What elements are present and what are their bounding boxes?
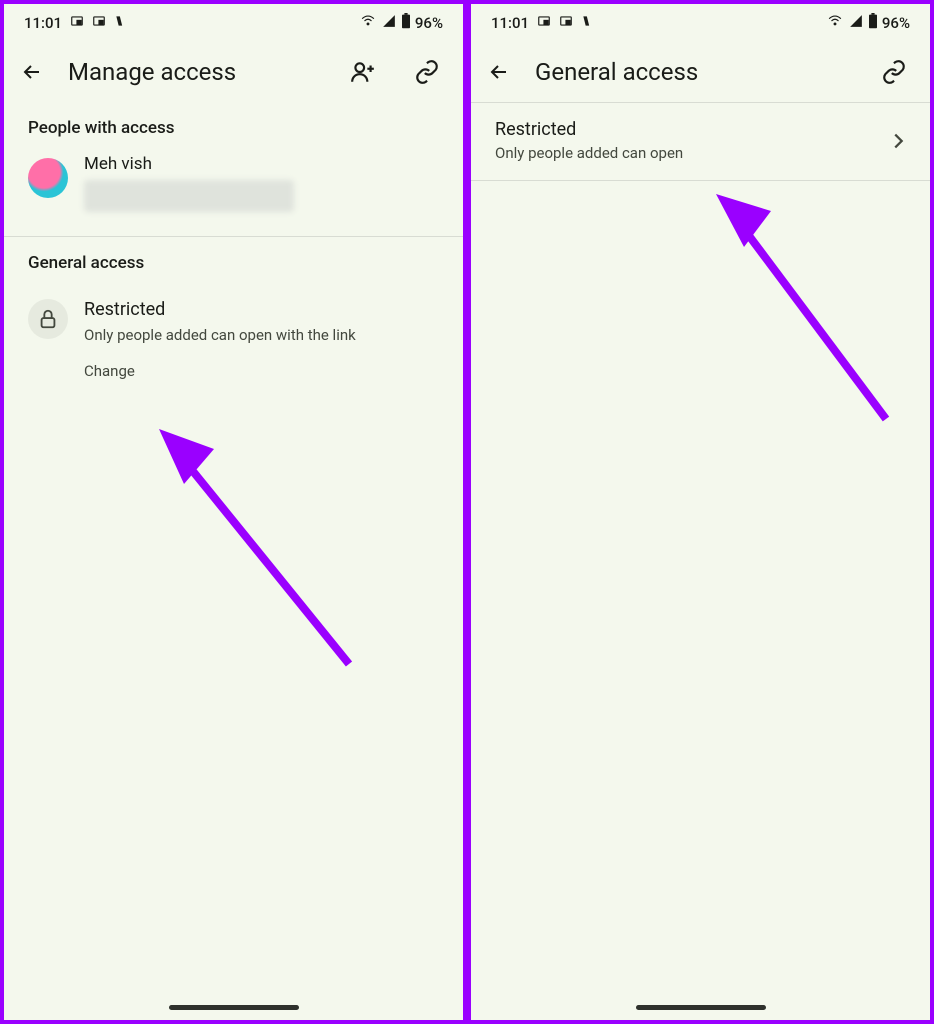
pip-icon	[537, 14, 551, 32]
screen-manage-access: 11:01 96% Man	[0, 0, 467, 1024]
restricted-subtitle: Only people added can open	[495, 144, 886, 162]
page-title: General access	[535, 58, 850, 86]
pip-icon	[70, 14, 84, 32]
avatar	[28, 158, 68, 198]
annotation-arrow	[706, 179, 896, 429]
annotation-arrow	[149, 414, 359, 674]
change-link[interactable]: Change	[84, 362, 356, 380]
general-access-header: General access	[4, 237, 463, 281]
restricted-subtitle: Only people added can open with the link	[84, 326, 356, 344]
pip-icon-2	[92, 14, 106, 32]
wifi-icon	[826, 14, 844, 32]
app-bar: Manage access	[4, 42, 463, 102]
back-button[interactable]	[20, 60, 44, 84]
status-time: 11:01	[491, 14, 529, 32]
signal-icon	[848, 14, 864, 32]
restricted-option[interactable]: Restricted Only people added can open	[471, 102, 930, 181]
status-time: 11:01	[24, 14, 62, 32]
signal-icon	[381, 14, 397, 32]
status-bar: 11:01 96%	[471, 4, 930, 42]
person-email-redacted	[84, 180, 294, 212]
person-row[interactable]: Meh vish	[4, 146, 463, 228]
drive-icon	[114, 14, 128, 32]
page-title: Manage access	[68, 58, 319, 86]
person-name: Meh vish	[84, 154, 294, 174]
copy-link-button[interactable]	[407, 52, 447, 92]
general-access-row[interactable]: Restricted Only people added can open wi…	[4, 281, 463, 388]
battery-icon	[401, 13, 411, 33]
copy-link-button[interactable]	[874, 52, 914, 92]
chevron-right-icon	[886, 130, 910, 152]
app-bar: General access	[471, 42, 930, 102]
nav-pill[interactable]	[636, 1005, 766, 1010]
screen-general-access: 11:01 96% Gen	[467, 0, 934, 1024]
battery-text: 96%	[882, 14, 910, 32]
status-bar: 11:01 96%	[4, 4, 463, 42]
pip-icon-2	[559, 14, 573, 32]
restricted-title: Restricted	[84, 299, 356, 320]
battery-text: 96%	[415, 14, 443, 32]
battery-icon	[868, 13, 878, 33]
add-person-button[interactable]	[343, 52, 383, 92]
wifi-icon	[359, 14, 377, 32]
nav-pill[interactable]	[169, 1005, 299, 1010]
drive-icon	[581, 14, 595, 32]
back-button[interactable]	[487, 60, 511, 84]
restricted-title: Restricted	[495, 119, 886, 140]
lock-icon	[28, 299, 68, 339]
people-with-access-header: People with access	[4, 102, 463, 146]
